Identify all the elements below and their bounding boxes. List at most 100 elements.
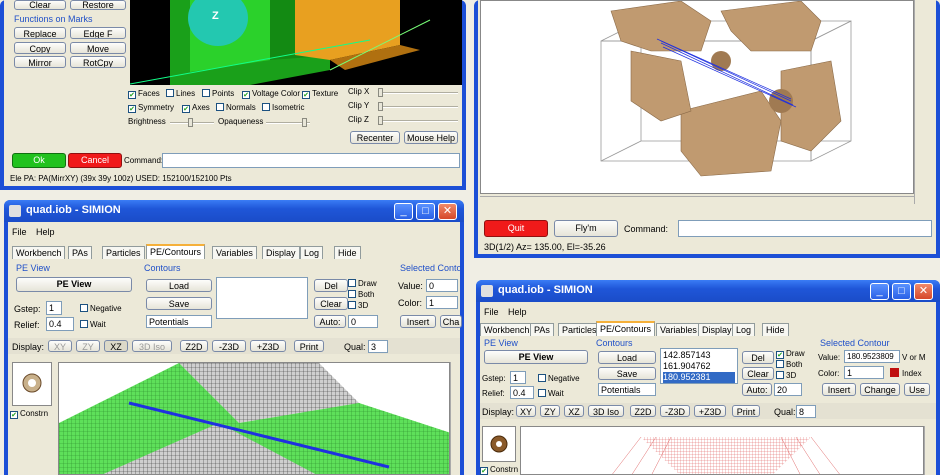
clip-x-slider[interactable]	[378, 88, 458, 97]
rotcpy-button[interactable]: RotCpy	[70, 56, 126, 68]
pe-view-button[interactable]: PE View	[16, 277, 132, 292]
wait-checkbox[interactable]: Wait	[538, 388, 564, 399]
gstep-input[interactable]: 1	[46, 301, 62, 315]
maximize-button[interactable]: □	[416, 203, 435, 220]
quad-3d-render[interactable]	[480, 0, 914, 194]
opaqueness-slider[interactable]	[266, 118, 310, 127]
tab-display[interactable]: Display	[262, 246, 300, 259]
minimize-button[interactable]: _	[394, 203, 413, 220]
load-button[interactable]: Load	[598, 351, 656, 364]
view-xy-button[interactable]: XY	[48, 340, 72, 352]
isometric-checkbox[interactable]: Isometric	[262, 102, 304, 113]
menu-file[interactable]: File	[484, 307, 499, 317]
value-input[interactable]: 0	[426, 279, 458, 292]
use-button[interactable]: Use	[904, 383, 930, 396]
plus-z3d-button[interactable]: +Z3D	[694, 405, 726, 417]
tab-particles[interactable]: Particles	[102, 246, 145, 259]
3d-checkbox[interactable]: 3D	[776, 370, 796, 381]
menu-help[interactable]: Help	[508, 307, 527, 317]
pe-surface-view[interactable]	[58, 362, 450, 475]
tab-log[interactable]: Log	[732, 323, 756, 336]
clear-button[interactable]: Clear	[14, 0, 66, 10]
auto-input[interactable]: 20	[774, 383, 802, 396]
move-button[interactable]: Move	[70, 42, 126, 54]
save-button[interactable]: Save	[146, 297, 212, 310]
constrn-checkbox[interactable]: ✔ Constrn	[480, 464, 518, 475]
cancel-button[interactable]: Cancel	[68, 153, 122, 168]
restore-button[interactable]: Restore	[70, 0, 126, 10]
mirror-button[interactable]: Mirror	[14, 56, 66, 68]
insert-button[interactable]: Insert	[400, 315, 436, 328]
contour-list-item-selected[interactable]: 180.952381	[663, 372, 735, 383]
clear-button[interactable]: Clear	[314, 297, 348, 310]
mouse-help-button[interactable]: Mouse Help	[404, 131, 458, 144]
contour-list[interactable]: 142.857143 161.904762 180.952381	[660, 348, 738, 384]
horizontal-scrollbar[interactable]	[480, 196, 914, 204]
view-zy-button[interactable]: ZY	[76, 340, 100, 352]
command-input[interactable]	[678, 220, 932, 237]
del-button[interactable]: Del	[314, 279, 348, 292]
faces-checkbox[interactable]: ✔ Faces	[128, 88, 160, 99]
load-button[interactable]: Load	[146, 279, 212, 292]
vertical-scrollbar[interactable]	[924, 426, 933, 475]
potentials-select[interactable]: Potentials	[146, 315, 212, 328]
negative-checkbox[interactable]: Negative	[538, 373, 580, 384]
quit-button[interactable]: Quit	[484, 220, 548, 237]
tab-pas[interactable]: PAs	[68, 246, 92, 259]
change-button[interactable]: Cha	[440, 315, 462, 328]
axes-checkbox[interactable]: ✔ Axes	[182, 102, 210, 113]
view-3d-iso-button[interactable]: 3D Iso	[132, 340, 172, 352]
qual-input[interactable]: 3	[368, 340, 388, 353]
auto-button[interactable]: Auto:	[742, 383, 772, 396]
insert-button[interactable]: Insert	[822, 383, 856, 396]
menu-help[interactable]: Help	[36, 227, 55, 237]
view-xy-button[interactable]: XY	[516, 405, 536, 417]
potentials-select[interactable]: Potentials	[598, 383, 656, 396]
both-checkbox[interactable]: Both	[348, 289, 374, 300]
z2d-button[interactable]: Z2D	[180, 340, 208, 352]
clip-y-slider[interactable]	[378, 102, 458, 111]
replace-button[interactable]: Replace	[14, 27, 66, 39]
pa-3d-viewport[interactable]: Z	[130, 0, 462, 85]
menu-file[interactable]: File	[12, 227, 27, 237]
qual-input[interactable]: 8	[796, 405, 816, 418]
tab-workbench[interactable]: Workbench	[480, 323, 534, 336]
color-input[interactable]: 1	[844, 366, 884, 379]
lines-checkbox[interactable]: Lines	[166, 88, 195, 99]
draw-checkbox[interactable]: Draw	[348, 278, 377, 289]
tab-hide[interactable]: Hide	[762, 323, 789, 336]
relief-input[interactable]: 0.4	[510, 386, 534, 399]
tab-pas[interactable]: PAs	[530, 323, 554, 336]
view-xz-button[interactable]: XZ	[104, 340, 128, 352]
view-zy-button[interactable]: ZY	[540, 405, 560, 417]
fly-button[interactable]: Fly'm	[554, 220, 618, 237]
maximize-button[interactable]: □	[892, 283, 911, 300]
minimize-button[interactable]: _	[870, 283, 889, 300]
z2d-button[interactable]: Z2D	[630, 405, 656, 417]
tab-particles[interactable]: Particles	[558, 323, 601, 336]
constrn-checkbox[interactable]: ✔ Constrn	[10, 408, 48, 419]
tab-hide[interactable]: Hide	[334, 246, 361, 259]
tab-display[interactable]: Display	[698, 323, 736, 336]
auto-input[interactable]: 0	[348, 315, 378, 328]
plus-z3d-button[interactable]: +Z3D	[250, 340, 286, 352]
view-xz-button[interactable]: XZ	[564, 405, 584, 417]
close-button[interactable]: ✕	[914, 283, 933, 300]
tab-log[interactable]: Log	[300, 246, 324, 259]
wait-checkbox[interactable]: Wait	[80, 319, 106, 330]
tab-variables[interactable]: Variables	[656, 323, 701, 336]
symmetry-checkbox[interactable]: ✔ Symmetry	[128, 102, 174, 113]
tab-variables[interactable]: Variables	[212, 246, 257, 259]
pa-thumbnail[interactable]	[482, 426, 516, 462]
relief-input[interactable]: 0.4	[46, 317, 74, 331]
3d-checkbox[interactable]: 3D	[348, 300, 368, 311]
recenter-button[interactable]: Recenter	[350, 131, 400, 144]
edge-f-button[interactable]: Edge F	[70, 27, 126, 39]
contour-list[interactable]	[216, 277, 308, 319]
change-button[interactable]: Change	[860, 383, 900, 396]
points-checkbox[interactable]: Points	[202, 88, 234, 99]
vertical-scrollbar[interactable]	[914, 0, 923, 204]
command-input[interactable]	[162, 153, 460, 168]
close-button[interactable]: ✕	[438, 203, 457, 220]
voltage-color-checkbox[interactable]: ✔ Voltage Color	[242, 88, 300, 99]
